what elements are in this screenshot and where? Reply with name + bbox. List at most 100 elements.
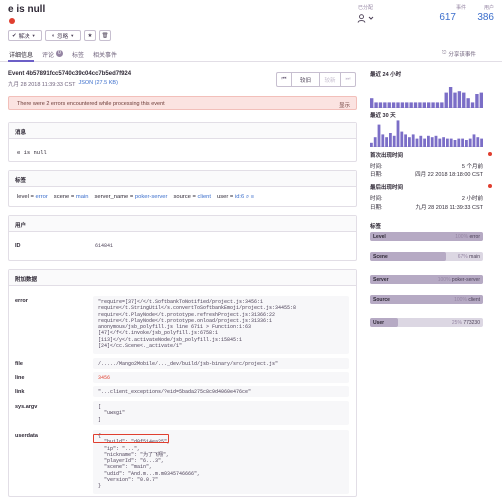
- tag-server-name[interactable]: server_name = poker-server: [94, 194, 167, 201]
- newest-event-button[interactable]: ⏭: [340, 72, 356, 87]
- code-line: "playerId": "6...3",: [98, 458, 165, 465]
- events-count[interactable]: 617: [420, 12, 456, 23]
- tag-bar-source[interactable]: Source 100% client: [370, 295, 483, 304]
- tab-comments[interactable]: 评论 0: [42, 50, 63, 62]
- chart-bar[interactable]: [405, 102, 409, 108]
- code-line: require</t.PlayNode</t.prototype.onload/…: [98, 317, 273, 324]
- chart-bar[interactable]: [453, 92, 457, 108]
- chart-bar[interactable]: [427, 102, 431, 108]
- chart-bar[interactable]: [400, 131, 404, 147]
- chart-bar[interactable]: [435, 102, 440, 108]
- assignee-label: 已分配: [358, 5, 374, 11]
- chart-bar[interactable]: [389, 133, 392, 147]
- chart-bar[interactable]: [470, 102, 475, 108]
- tags-panel: 标签 level = error scene = main server_nam…: [8, 170, 357, 207]
- chart-bar[interactable]: [419, 135, 423, 147]
- oldest-event-button[interactable]: ⏮: [276, 72, 292, 87]
- chart-bar[interactable]: [430, 137, 434, 147]
- errors-show-button[interactable]: 显示: [339, 101, 350, 109]
- tab-label: 评论: [42, 53, 55, 59]
- chart-bar[interactable]: [377, 124, 381, 147]
- chart-bar[interactable]: [461, 138, 464, 147]
- share-event-link[interactable]: ⎋ 分享该事件: [442, 50, 476, 58]
- newer-event-button[interactable]: 较新: [319, 72, 341, 87]
- bookmark-button[interactable]: ★: [84, 30, 96, 41]
- user-icon: [357, 13, 366, 23]
- chart-bar[interactable]: [434, 135, 438, 147]
- chart-bar[interactable]: [409, 102, 413, 108]
- chart-bar[interactable]: [442, 137, 445, 147]
- tag-scene[interactable]: scene = main: [54, 194, 89, 201]
- search-icon[interactable]: ⌕: [246, 194, 249, 200]
- chart-bar[interactable]: [404, 134, 407, 147]
- chart-bar[interactable]: [396, 102, 400, 108]
- chart-bar[interactable]: [448, 87, 453, 108]
- chart-bar[interactable]: [476, 137, 480, 147]
- chart-bar[interactable]: [392, 135, 396, 147]
- chart-bar[interactable]: [431, 102, 435, 108]
- filter-icon[interactable]: ≡: [251, 194, 254, 200]
- chart-bar[interactable]: [422, 102, 426, 108]
- resolve-button[interactable]: ✔ 解决 ▼: [8, 30, 42, 41]
- older-event-button[interactable]: 较旧: [291, 72, 320, 87]
- chart-bar[interactable]: [370, 142, 373, 147]
- link-value: "...client_exceptions/?eid=5bada275c8c9d…: [93, 386, 349, 397]
- delete-button[interactable]: 🗑: [99, 30, 111, 41]
- code-line: anonymous/jsb_polyfill.js line 6711 > Fu…: [98, 324, 252, 331]
- chart-bar[interactable]: [440, 102, 444, 108]
- tag-bar-server[interactable]: Server 100% poker-server: [370, 275, 483, 284]
- chart-bar[interactable]: [374, 102, 378, 108]
- chart-bar[interactable]: [480, 138, 483, 147]
- tag-level[interactable]: level = error: [17, 194, 48, 201]
- chart-bar[interactable]: [381, 134, 385, 147]
- error-value: "require=[37]</</t.SoftbankToNotified/pr…: [93, 296, 349, 354]
- chart-bar[interactable]: [391, 102, 396, 108]
- ignore-button[interactable]: ◐ 忽略 ▼: [45, 30, 81, 41]
- chart-bar[interactable]: [457, 138, 461, 147]
- chart-bar[interactable]: [465, 140, 468, 147]
- chart-bar[interactable]: [468, 138, 472, 147]
- chart-bar[interactable]: [378, 102, 383, 108]
- assignee-selector[interactable]: [357, 12, 379, 24]
- tag-source[interactable]: source = client: [173, 194, 211, 201]
- chart-bar[interactable]: [385, 137, 388, 147]
- chart-bar[interactable]: [466, 98, 470, 108]
- chart-bar[interactable]: [472, 134, 476, 147]
- tag-pct: 100%: [454, 296, 467, 303]
- tab-details[interactable]: 详细信息: [8, 50, 35, 62]
- chart-bar[interactable]: [438, 138, 442, 147]
- chart-bar[interactable]: [396, 120, 400, 147]
- chart-bar[interactable]: [462, 92, 466, 108]
- chart-bar[interactable]: [400, 102, 405, 108]
- tag-bar-scene[interactable]: Scene 67% main: [370, 252, 483, 261]
- json-link[interactable]: JSON (27.5 KB): [78, 80, 117, 88]
- chart-bar[interactable]: [370, 98, 374, 108]
- chart-bar[interactable]: [387, 102, 391, 108]
- chart-bar[interactable]: [373, 137, 377, 147]
- chart-bar[interactable]: [383, 102, 387, 108]
- chart-bar[interactable]: [427, 135, 430, 147]
- tag-bar-level[interactable]: Level 100% error: [370, 232, 483, 241]
- chart-bar[interactable]: [418, 102, 422, 108]
- tag-bar-pct: 100% client: [454, 297, 480, 303]
- chart-bar[interactable]: [479, 92, 483, 108]
- tab-tags[interactable]: 标签: [72, 50, 84, 62]
- chart-bar[interactable]: [411, 134, 415, 147]
- chart-bar[interactable]: [423, 138, 426, 147]
- line-value: 3456: [93, 372, 349, 383]
- chart-bar[interactable]: [446, 138, 449, 147]
- chart-bar[interactable]: [444, 92, 448, 108]
- chart-bar[interactable]: [413, 102, 418, 108]
- tag-bar-user[interactable]: User 25% 773230: [370, 318, 483, 327]
- chart-bar[interactable]: [449, 138, 453, 147]
- chart-bar[interactable]: [453, 140, 457, 147]
- chart-bar[interactable]: [475, 94, 479, 108]
- tag-user[interactable]: user = id:6 ⌕ ≡: [217, 194, 254, 201]
- chart-bar[interactable]: [457, 91, 462, 108]
- chart-bar[interactable]: [408, 137, 411, 147]
- tag-bar-pct: 100% poker-server: [438, 277, 480, 283]
- users-count[interactable]: 386: [460, 12, 494, 23]
- star-icon: ★: [87, 32, 93, 39]
- tab-related-events[interactable]: 相关事件: [93, 50, 117, 62]
- chart-bar[interactable]: [415, 138, 419, 147]
